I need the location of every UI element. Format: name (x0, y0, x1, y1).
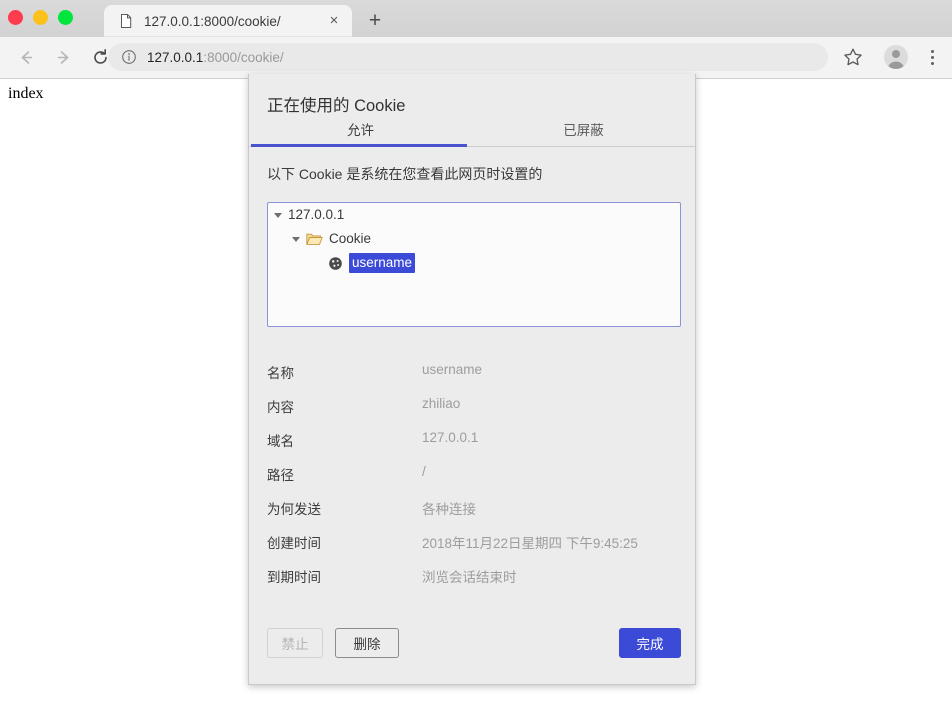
detail-value: 127.0.0.1 (422, 430, 479, 445)
cookies-in-use-dialog: 正在使用的 Cookie 允许 已屏蔽 以下 Cookie 是系统在您查看此网页… (248, 74, 696, 685)
detail-row: 域名 127.0.0.1 (267, 430, 681, 464)
detail-value: zhiliao (422, 396, 461, 411)
chevron-down-icon[interactable] (292, 236, 300, 242)
address-host: 127.0.0.1 (147, 49, 204, 65)
page-body-text: index (8, 85, 44, 102)
minimize-window-button[interactable] (33, 10, 48, 25)
detail-row: 创建时间 2018年11月22日星期四 下午9:45:25 (267, 532, 681, 566)
detail-value: / (422, 464, 426, 479)
detail-label: 创建时间 (267, 536, 321, 551)
cookie-detail-table: 名称 username 内容 zhiliao 域名 127.0.0.1 路径 /… (267, 362, 681, 600)
back-arrow-icon[interactable] (12, 44, 40, 72)
delete-button[interactable]: 删除 (335, 628, 399, 658)
tree-node-site[interactable]: 127.0.0.1 (268, 203, 680, 227)
active-tab-indicator (251, 144, 467, 147)
chevron-down-icon[interactable] (274, 212, 282, 218)
detail-label: 域名 (267, 434, 294, 449)
detail-label: 为何发送 (267, 502, 321, 517)
close-tab-button[interactable]: × (324, 11, 344, 31)
dialog-title: 正在使用的 Cookie (267, 97, 406, 115)
detail-value: 浏览会话结束时 (422, 570, 517, 585)
address-bar-url: 127.0.0.1:8000/cookie/ (147, 50, 284, 65)
dialog-tab-list: 允许 已屏蔽 (249, 120, 695, 147)
detail-row: 路径 / (267, 464, 681, 498)
tab-strip: 127.0.0.1:8000/cookie/ × + (0, 0, 952, 37)
detail-row: 到期时间 浏览会话结束时 (267, 566, 681, 600)
menu-dot (930, 55, 934, 59)
star-icon[interactable] (842, 46, 864, 68)
detail-label: 到期时间 (267, 570, 321, 585)
document-icon (118, 13, 134, 29)
menu-dot (930, 61, 934, 65)
browser-window: 127.0.0.1:8000/cookie/ × + 127.0.0.1:800… (0, 0, 952, 711)
detail-row: 名称 username (267, 362, 681, 396)
tree-node-cookie[interactable]: username (268, 251, 680, 275)
detail-value: username (422, 362, 483, 377)
browser-toolbar: 127.0.0.1:8000/cookie/ (0, 37, 952, 79)
detail-value: 2018年11月22日星期四 下午9:45:25 (422, 536, 638, 551)
info-circle-icon[interactable] (121, 49, 137, 65)
close-window-button[interactable] (8, 10, 23, 25)
avatar-icon[interactable] (884, 45, 908, 69)
cookie-tree[interactable]: 127.0.0.1 Cookie username (267, 202, 681, 327)
menu-dot (930, 49, 934, 53)
zoom-window-button[interactable] (58, 10, 73, 25)
done-button[interactable]: 完成 (619, 628, 681, 658)
window-traffic-lights (8, 10, 73, 25)
detail-label: 名称 (267, 366, 294, 381)
tab-allowed[interactable]: 允许 (249, 120, 472, 147)
tree-node-label: 127.0.0.1 (288, 207, 345, 222)
forward-arrow-icon[interactable] (49, 44, 77, 72)
address-bar[interactable]: 127.0.0.1:8000/cookie/ (108, 43, 828, 71)
browser-tab[interactable]: 127.0.0.1:8000/cookie/ × (104, 5, 352, 37)
detail-label: 内容 (267, 400, 294, 415)
dialog-footer: 禁止 删除 完成 (249, 614, 695, 684)
tree-node-group[interactable]: Cookie (268, 227, 680, 251)
dialog-subtitle: 以下 Cookie 是系统在您查看此网页时设置的 (267, 166, 543, 182)
tree-node-label-selected[interactable]: username (349, 253, 416, 273)
tree-node-label: Cookie (329, 231, 372, 246)
detail-row: 内容 zhiliao (267, 396, 681, 430)
new-tab-button[interactable]: + (362, 8, 388, 34)
detail-row: 为何发送 各种连接 (267, 498, 681, 532)
block-button[interactable]: 禁止 (267, 628, 323, 658)
cookie-icon (328, 256, 343, 271)
three-dot-menu-icon[interactable] (922, 45, 942, 69)
detail-label: 路径 (267, 468, 294, 483)
folder-icon (306, 232, 323, 246)
tab-blocked[interactable]: 已屏蔽 (472, 120, 695, 147)
address-path: :8000/cookie/ (203, 49, 284, 65)
detail-value: 各种连接 (422, 502, 476, 517)
tab-title: 127.0.0.1:8000/cookie/ (144, 13, 281, 29)
